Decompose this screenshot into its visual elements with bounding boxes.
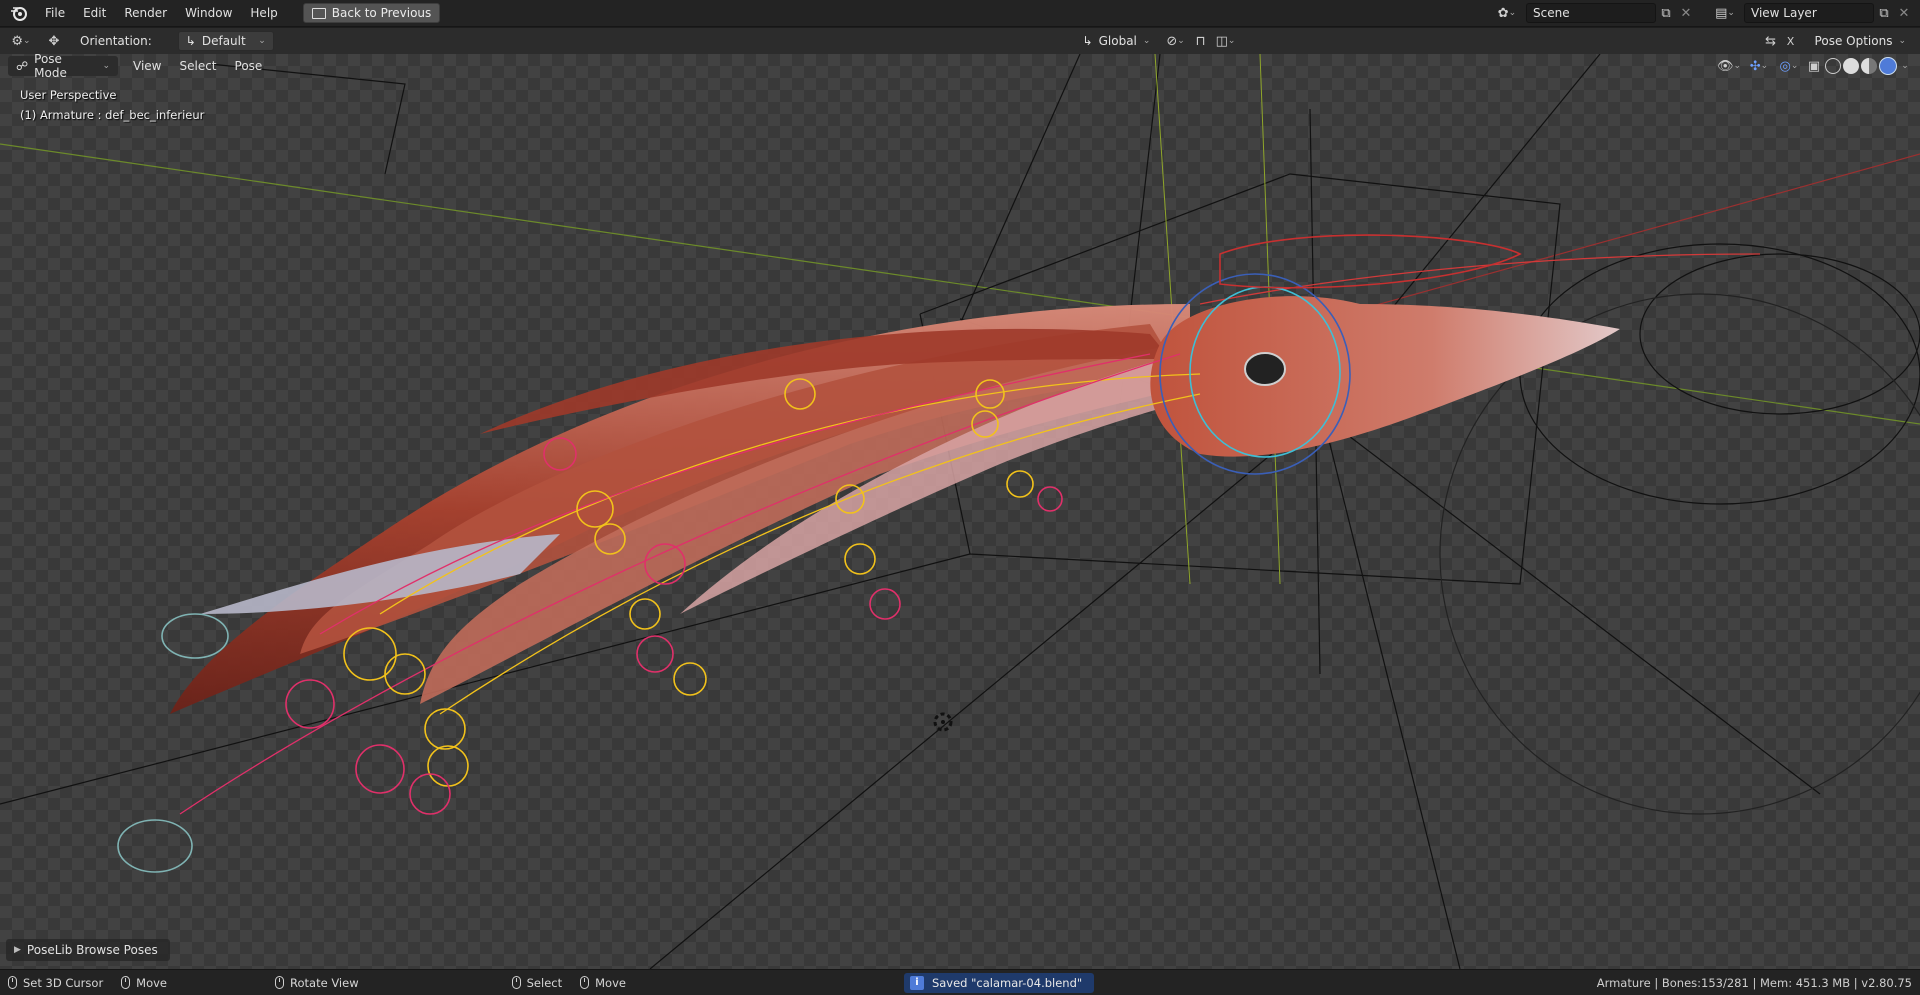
orientation-dropdown[interactable]: ↳ Default ⌄	[177, 31, 274, 51]
scene-render	[0, 54, 1920, 969]
orientation-axis-icon: ↳	[185, 34, 196, 48]
visibility-icon[interactable]: 👁 ⌄	[1714, 56, 1744, 76]
status-action-label: Move	[595, 975, 626, 990]
status-action-label: Select	[526, 975, 563, 990]
proportional-editing-icon[interactable]: ◫ ⌄	[1211, 31, 1241, 51]
transform-orientation-value: Global	[1098, 34, 1137, 48]
chevron-down-icon: ⌄	[1142, 36, 1151, 46]
viewport-menu-view[interactable]: View	[124, 59, 170, 73]
overlays-icon[interactable]: ◎ ⌄	[1774, 56, 1804, 76]
chevron-down-icon: ⌄	[102, 61, 110, 71]
scene-selector-icon[interactable]: ✿ ⌄	[1492, 3, 1522, 23]
status-bar: Set 3D Cursor Move Rotate View Select Mo…	[0, 969, 1920, 995]
squid-eye	[1244, 352, 1286, 386]
poselib-panel[interactable]: ▶ PoseLib Browse Poses	[6, 939, 170, 961]
pose-options-label: Pose Options	[1814, 34, 1893, 48]
mouse-middle-icon	[275, 976, 285, 989]
snap-icon[interactable]: ⊓	[1191, 31, 1211, 51]
gizmo-icon[interactable]: ✣ ⌄	[1744, 56, 1774, 76]
viewport-menu-select[interactable]: Select	[170, 59, 225, 73]
panel-expand-icon: ▶	[14, 945, 21, 955]
shading-material-icon[interactable]	[1861, 58, 1877, 74]
menu-file[interactable]: File	[36, 2, 74, 24]
info-icon: i	[909, 975, 924, 990]
mode-dropdown[interactable]: ☍ Pose Mode ⌄	[8, 54, 118, 80]
menu-help[interactable]: Help	[241, 2, 286, 24]
orientation-label: Orientation:	[80, 34, 152, 48]
status-action-label: Rotate View	[290, 975, 359, 990]
status-action-label: Set 3D Cursor	[23, 975, 104, 990]
tool-settings-icon[interactable]: ⚙ ⌄	[6, 31, 36, 51]
orientation-value: Default	[201, 34, 246, 48]
xray-icon[interactable]: ▣	[1804, 56, 1824, 76]
shading-solid-icon[interactable]	[1843, 58, 1859, 74]
shading-options-icon[interactable]: ⌄	[1898, 56, 1912, 76]
transform-orientation-dropdown[interactable]: ↳ Global ⌄	[1074, 31, 1155, 51]
status-rotate-view: Rotate View	[275, 976, 359, 990]
move-tool-icon[interactable]: ✥	[44, 31, 64, 51]
back-to-previous-label: Back to Previous	[331, 6, 432, 20]
back-to-previous-button[interactable]: Back to Previous	[302, 3, 441, 23]
chevron-down-icon: ⌄	[258, 36, 266, 46]
screen-back-icon	[311, 7, 326, 19]
mouse-right-drag-icon	[580, 976, 590, 989]
menu-window[interactable]: Window	[176, 2, 241, 24]
wireframe-objects	[0, 54, 1920, 969]
status-select: Select	[511, 975, 563, 990]
status-action-label: Move	[136, 975, 168, 990]
scene-name-field[interactable]: Scene	[1526, 3, 1656, 23]
pose-mode-icon: ☍	[16, 59, 29, 73]
poselib-panel-label: PoseLib Browse Poses	[26, 943, 158, 957]
top-bar: File Edit Render Window Help Back to Pre…	[0, 0, 1920, 27]
new-view-layer-icon[interactable]: ⧉	[1874, 3, 1894, 23]
pose-options-dropdown[interactable]: Pose Options ⌄	[1806, 31, 1914, 51]
global-axis-icon: ↳	[1082, 34, 1093, 48]
saved-notification[interactable]: i Saved "calamar-04.blend"	[903, 972, 1095, 993]
squid-mantle	[1150, 296, 1620, 457]
3d-viewport[interactable]: ☍ Pose Mode ⌄ View Select Pose 👁 ⌄ ✣ ⌄ ◎ ⌄ …	[0, 54, 1920, 969]
status-move: Move	[121, 976, 167, 990]
squid-tentacles	[170, 304, 1210, 714]
mouse-right-icon	[511, 976, 521, 989]
new-scene-icon[interactable]: ⧉	[1656, 3, 1676, 23]
pivot-point-icon[interactable]: ⊘ ⌄	[1161, 31, 1191, 51]
chevron-down-icon: ⌄	[1898, 36, 1906, 46]
menu-edit[interactable]: Edit	[74, 2, 115, 24]
blender-logo-icon[interactable]	[10, 4, 28, 22]
menu-render[interactable]: Render	[115, 2, 176, 24]
shading-rendered-icon[interactable]	[1879, 57, 1897, 75]
active-object-label: (1) Armature : def_bec_inferieur	[20, 108, 205, 122]
delete-view-layer-icon[interactable]: ✕	[1894, 3, 1914, 23]
mouse-drag-icon	[121, 976, 131, 989]
view-layer-selector-icon[interactable]: ▤ ⌄	[1710, 3, 1740, 23]
view-perspective-label: User Perspective	[20, 88, 117, 102]
view-layer-field[interactable]: View Layer	[1744, 3, 1874, 23]
status-move-right: Move	[580, 976, 626, 990]
mouse-left-icon	[8, 976, 17, 989]
saved-message: Saved "calamar-04.blend"	[931, 975, 1083, 990]
mirror-x-label[interactable]: X	[1781, 31, 1801, 51]
viewport-menu-pose[interactable]: Pose	[226, 59, 272, 73]
scene-statistics: Armature | Bones:153/281 | Mem: 451.3 MB…	[1596, 975, 1912, 990]
tool-header: ⚙ ⌄ ✥ Orientation: ↳ Default ⌄ ↳ Global ⌄…	[0, 28, 1920, 54]
viewport-header: ☍ Pose Mode ⌄ View Select Pose 👁 ⌄ ✣ ⌄ ◎ ⌄ …	[0, 54, 1920, 80]
mode-value: Pose Mode	[34, 54, 67, 80]
delete-scene-icon[interactable]: ✕	[1676, 3, 1696, 23]
mirror-x-icon[interactable]: ⇆	[1761, 31, 1781, 51]
status-set-3d-cursor: Set 3D Cursor	[8, 976, 103, 990]
shading-wireframe-icon[interactable]	[1825, 58, 1841, 74]
